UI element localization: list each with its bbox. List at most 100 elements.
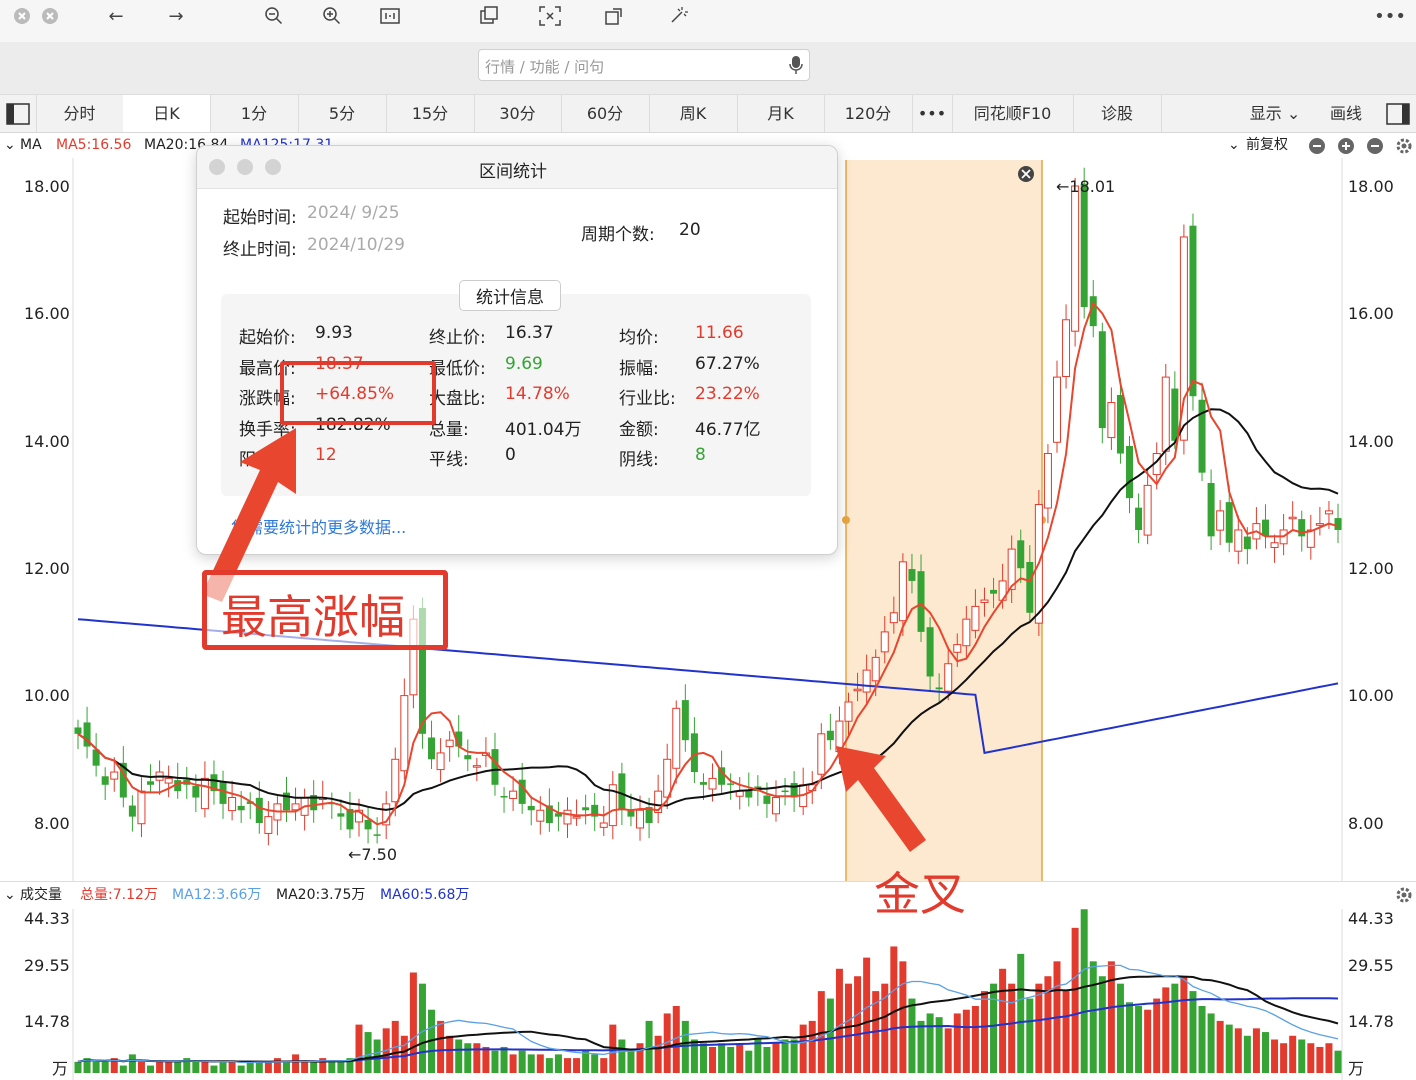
candle-body[interactable]	[255, 797, 263, 823]
candle-body[interactable]	[128, 805, 136, 817]
candle-body[interactable]	[582, 807, 590, 811]
tab-6[interactable]: 60分	[561, 95, 650, 132]
candle-body[interactable]	[572, 816, 581, 819]
candle-body[interactable]	[962, 618, 971, 647]
candle-body[interactable]	[436, 752, 445, 771]
candle-body[interactable]	[137, 790, 146, 825]
candle-body[interactable]	[110, 771, 119, 780]
plus-circle-icon[interactable]	[1337, 137, 1355, 155]
candle-body[interactable]	[663, 758, 672, 798]
candle-body[interactable]	[1288, 516, 1297, 520]
candle-body[interactable]	[491, 749, 499, 785]
candle-body[interactable]	[953, 644, 962, 653]
candle-body[interactable]	[536, 809, 545, 822]
candle-body[interactable]	[445, 739, 454, 748]
candle-body[interactable]	[853, 688, 862, 692]
candle-body[interactable]	[1107, 402, 1116, 439]
candle-body[interactable]	[944, 663, 953, 692]
magic-wand-icon[interactable]	[664, 4, 692, 28]
candle-body[interactable]	[147, 781, 155, 785]
tab-2[interactable]: 1分	[210, 95, 299, 132]
candle-body[interactable]	[708, 777, 717, 790]
candle-body[interactable]	[971, 605, 980, 631]
tab-7[interactable]: 周K	[649, 95, 738, 132]
forward-arrow-icon[interactable]: →	[162, 4, 190, 28]
candle-body[interactable]	[1270, 542, 1279, 549]
close-dot-icon[interactable]	[209, 159, 225, 175]
candle-body[interactable]	[472, 765, 481, 768]
candle-body[interactable]	[500, 795, 508, 798]
candle-body[interactable]	[1298, 519, 1306, 537]
zoom-in-icon[interactable]	[318, 4, 346, 28]
candle-body[interactable]	[237, 805, 245, 811]
candle-body[interactable]	[400, 695, 409, 772]
tab-4[interactable]: 15分	[386, 95, 475, 132]
candle-body[interactable]	[908, 569, 916, 581]
gear-icon[interactable]	[1395, 886, 1413, 904]
candle-body[interactable]	[291, 803, 300, 811]
tab-1[interactable]: 日K	[123, 95, 211, 132]
candle-body[interactable]	[228, 797, 237, 812]
remove-circle-icon[interactable]	[1366, 137, 1384, 155]
chart-add-icon[interactable]	[474, 4, 502, 28]
candle-body[interactable]	[699, 782, 707, 785]
zoom-out-icon[interactable]	[260, 4, 288, 28]
candle-body[interactable]	[1062, 319, 1071, 377]
candle-body[interactable]	[192, 786, 200, 798]
candle-body[interactable]	[599, 822, 608, 828]
candle-body[interactable]	[980, 599, 989, 603]
candle-body[interactable]	[844, 701, 853, 722]
rotate-icon[interactable]	[600, 4, 628, 28]
candle-body[interactable]	[826, 730, 834, 741]
chevron-down-icon[interactable]: ⌄	[4, 132, 16, 158]
tab-8[interactable]: 月K	[737, 95, 825, 132]
candle-body[interactable]	[1334, 518, 1342, 530]
candle-body[interactable]	[1080, 183, 1088, 308]
candle-body[interactable]	[1017, 540, 1025, 569]
candle-body[interactable]	[373, 834, 381, 836]
fit-screen-icon[interactable]	[376, 4, 404, 28]
candle-body[interactable]	[672, 707, 681, 769]
candle-body[interactable]	[1161, 376, 1170, 452]
back-arrow-icon[interactable]: ←	[102, 4, 130, 28]
candle-body[interactable]	[781, 790, 789, 793]
candle-body[interactable]	[337, 813, 345, 817]
candle-body[interactable]	[763, 795, 771, 804]
candle-body[interactable]	[1098, 331, 1106, 429]
candle-body[interactable]	[889, 612, 898, 624]
candle-body[interactable]	[264, 816, 273, 834]
candle-body[interactable]	[464, 755, 472, 760]
candle-body[interactable]	[718, 767, 726, 785]
candle-body[interactable]	[428, 737, 436, 760]
candle-body[interactable]	[1207, 483, 1215, 537]
panel-toggle-icon[interactable]	[1380, 95, 1416, 132]
candle-body[interactable]	[627, 810, 635, 817]
candle-body[interactable]	[1261, 519, 1269, 537]
candle-body[interactable]	[862, 669, 871, 693]
tab-5[interactable]: 30分	[474, 95, 562, 132]
chevron-down-icon[interactable]: ⌄	[1228, 132, 1240, 158]
candle-body[interactable]	[391, 758, 400, 803]
candle-body[interactable]	[681, 700, 689, 741]
candle-body[interactable]	[771, 797, 780, 815]
candle-body[interactable]	[1043, 453, 1052, 509]
candle-body[interactable]	[727, 783, 735, 785]
candle-body[interactable]	[871, 656, 880, 682]
minus-circle-icon[interactable]	[1308, 137, 1326, 155]
tab-3[interactable]: 5分	[298, 95, 387, 132]
tab-10[interactable]: •••	[912, 95, 953, 132]
candle-body[interactable]	[1216, 510, 1225, 531]
candle-body[interactable]	[1116, 395, 1124, 454]
screenshot-icon[interactable]	[536, 4, 564, 28]
minimize-window-icon[interactable]	[36, 4, 64, 28]
candle-body[interactable]	[926, 627, 934, 677]
candle-body[interactable]	[200, 777, 209, 810]
candle-body[interactable]	[880, 631, 889, 653]
gear-icon[interactable]	[1395, 137, 1413, 155]
search-input[interactable]: 行情 / 功能 / 问句	[478, 49, 810, 81]
candle-body[interactable]	[1135, 507, 1143, 530]
draw-lines-button[interactable]: 画线	[1318, 95, 1374, 132]
tab-0[interactable]: 分时	[36, 95, 124, 132]
candle-body[interactable]	[1225, 502, 1233, 543]
tab-9[interactable]: 120分	[824, 95, 913, 132]
